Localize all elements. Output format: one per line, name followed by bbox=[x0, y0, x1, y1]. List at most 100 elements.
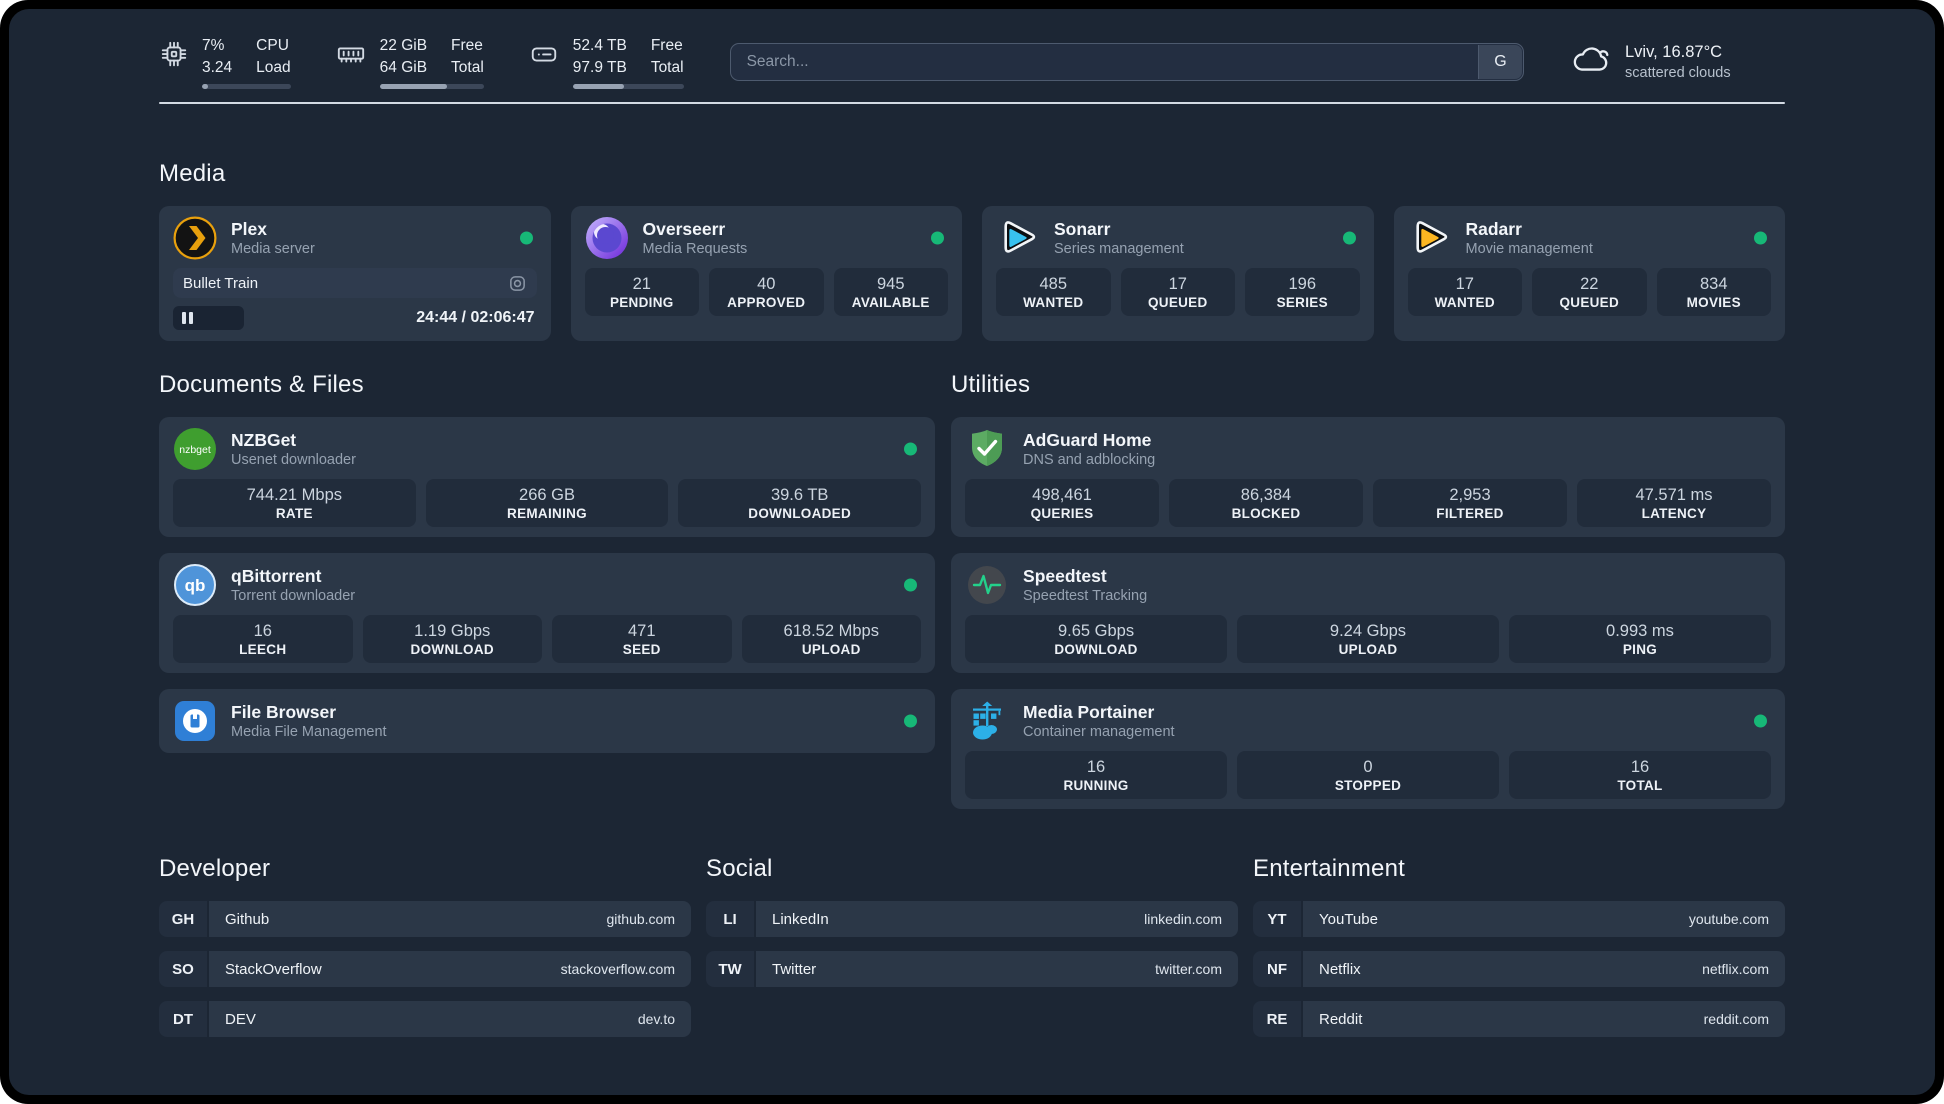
stat-tile: 618.52 Mbps UPLOAD bbox=[741, 615, 922, 664]
bookmark-youtube[interactable]: YT YouTube youtube.com bbox=[1253, 901, 1785, 938]
service-description: Usenet downloader bbox=[231, 452, 356, 469]
stat-tile: 485 WANTED bbox=[996, 268, 1111, 317]
stat-tile: 266 GB REMAINING bbox=[425, 479, 669, 528]
service-name: Plex bbox=[231, 218, 267, 239]
storage-total-value: 97.9 TB bbox=[572, 58, 627, 76]
card-sonarr[interactable]: Sonarr Series management 485 WANTED 17 QUE… bbox=[982, 206, 1374, 342]
bookmark-abbr: TW bbox=[706, 951, 754, 988]
stat-tile: 9.24 Gbps UPLOAD bbox=[1237, 615, 1499, 664]
service-description: Media Requests bbox=[642, 241, 748, 258]
storage-total-label: Total bbox=[650, 58, 684, 76]
bookmark-github[interactable]: GH Github github.com bbox=[159, 901, 691, 938]
stat-tile: 40 APPROVED bbox=[709, 268, 824, 317]
overseerr-icon bbox=[585, 216, 629, 260]
cpu-stat: 7% 3.24 CPU Load bbox=[159, 35, 291, 90]
card-portainer[interactable]: Media Portainer Container management 16 R… bbox=[951, 689, 1785, 810]
stat-tile: 86,384 BLOCKED bbox=[1169, 479, 1363, 528]
memory-free-value: 22 GiB bbox=[379, 37, 428, 54]
card-overseerr[interactable]: Overseerr Media Requests 21 PENDING 40 APP… bbox=[570, 206, 962, 342]
card-qbittorrent[interactable]: qb qBittorrent Torrent downloader 16 LEEC… bbox=[159, 553, 936, 674]
stat-tile: 21 PENDING bbox=[584, 268, 699, 317]
bookmark-domain: youtube.com bbox=[1688, 911, 1769, 928]
bookmark-domain: dev.to bbox=[637, 1011, 675, 1028]
stat-tile: 471 SEED bbox=[552, 615, 732, 664]
status-dot bbox=[904, 442, 918, 456]
status-dot bbox=[931, 231, 944, 245]
stat-tile: 39.6 TB DOWNLOADED bbox=[678, 479, 922, 528]
service-name: Overseerr bbox=[642, 218, 726, 239]
stat-tile: 0 STOPPED bbox=[1237, 751, 1499, 800]
dashboard: 7% 3.24 CPU Load 22 GiB 64 GiB Free Tota… bbox=[9, 9, 1935, 1095]
search-engine-button[interactable]: G bbox=[1478, 45, 1522, 80]
topbar-divider bbox=[159, 102, 1785, 105]
svg-text:qb: qb bbox=[185, 576, 206, 595]
cpu-value: 7% bbox=[202, 37, 225, 54]
card-filebrowser[interactable]: File Browser Media File Management bbox=[159, 689, 936, 754]
memory-stat: 22 GiB 64 GiB Free Total bbox=[335, 35, 484, 90]
memory-icon bbox=[335, 39, 367, 69]
stat-tile: 196 SERIES bbox=[1245, 268, 1360, 317]
bookmark-abbr: DT bbox=[159, 1001, 207, 1038]
service-description: Container management bbox=[1023, 724, 1175, 741]
bookmark-reddit[interactable]: RE Reddit reddit.com bbox=[1253, 1001, 1785, 1038]
filebrowser-icon bbox=[173, 699, 217, 743]
now-playing-title: Bullet Train bbox=[183, 274, 259, 292]
sonarr-icon bbox=[996, 216, 1040, 260]
stat-tile: 17 QUEUED bbox=[1120, 268, 1235, 317]
speedtest-icon bbox=[965, 563, 1009, 607]
stat-tile: 744.21 Mbps RATE bbox=[173, 479, 416, 528]
bookmark-group-social: Social LI LinkedIn linkedin.com TW Twitte… bbox=[706, 855, 1238, 988]
stat-tile: 16 LEECH bbox=[173, 615, 353, 664]
bookmark-name: Reddit bbox=[1319, 1010, 1363, 1028]
bookmark-stackoverflow[interactable]: SO StackOverflow stackoverflow.com bbox=[159, 951, 691, 988]
player-progress-bar[interactable]: 24:44 / 02:06:47 bbox=[173, 305, 537, 331]
section-heading-documents: Documents & Files bbox=[159, 371, 364, 399]
storage-stat: 52.4 TB 97.9 TB Free Total bbox=[528, 35, 684, 90]
card-plex[interactable]: Plex Media server Bullet Train 24:44 / 0… bbox=[159, 206, 551, 342]
bookmark-domain: reddit.com bbox=[1703, 1011, 1769, 1028]
card-radarr[interactable]: Radarr Movie management 17 WANTED 22 QUEUE… bbox=[1393, 206, 1785, 342]
bookmark-name: DEV bbox=[225, 1010, 256, 1028]
bookmark-name: YouTube bbox=[1319, 910, 1378, 928]
bookmark-linkedin[interactable]: LI LinkedIn linkedin.com bbox=[706, 901, 1238, 938]
cpu-load-label: Load bbox=[256, 58, 291, 76]
bookmark-twitter[interactable]: TW Twitter twitter.com bbox=[706, 951, 1238, 988]
bookmark-name: Twitter bbox=[772, 960, 817, 978]
svg-text:nzbget: nzbget bbox=[179, 444, 211, 456]
service-description: Torrent downloader bbox=[231, 588, 356, 605]
storage-free-value: 52.4 TB bbox=[572, 37, 627, 54]
section-heading-entertainment: Entertainment bbox=[1253, 855, 1406, 883]
service-name: Media Portainer bbox=[1023, 701, 1155, 722]
portainer-icon bbox=[965, 699, 1009, 743]
cloud-icon bbox=[1570, 43, 1612, 82]
search-input[interactable] bbox=[729, 43, 1524, 82]
section-heading-social: Social bbox=[706, 855, 773, 883]
memory-total-value: 64 GiB bbox=[379, 58, 428, 76]
bookmark-netflix[interactable]: NF Netflix netflix.com bbox=[1253, 951, 1785, 988]
bookmark-dev[interactable]: DT DEV dev.to bbox=[159, 1001, 691, 1038]
card-speedtest[interactable]: Speedtest Speedtest Tracking 9.65 Gbps DO… bbox=[951, 553, 1785, 674]
weather-widget: Lviv, 16.87°C scattered clouds bbox=[1570, 41, 1785, 83]
stat-tile: 47.571 ms LATENCY bbox=[1577, 479, 1771, 528]
service-description: DNS and adblocking bbox=[1023, 452, 1156, 469]
bookmark-group-developer: Developer GH Github github.com SO StackOv… bbox=[159, 855, 691, 1038]
weather-condition: scattered clouds bbox=[1625, 64, 1731, 81]
stat-tile: 16 RUNNING bbox=[965, 751, 1227, 800]
cpu-label: CPU bbox=[256, 37, 289, 54]
bookmark-domain: linkedin.com bbox=[1144, 911, 1222, 928]
card-nzbget[interactable]: nzbget NZBGet Usenet downloader 744.21 M… bbox=[159, 417, 936, 538]
stat-tile: 834 MOVIES bbox=[1656, 268, 1771, 317]
system-stats: 7% 3.24 CPU Load 22 GiB 64 GiB Free Tota… bbox=[159, 35, 684, 90]
pause-icon bbox=[182, 312, 186, 325]
service-description: Media File Management bbox=[231, 724, 387, 741]
section-heading-media: Media bbox=[159, 160, 226, 188]
service-description: Movie management bbox=[1465, 241, 1593, 258]
weather-location-temp: Lviv, 16.87°C bbox=[1625, 43, 1723, 62]
bookmark-group-entertainment: Entertainment YT YouTube youtube.com NF N… bbox=[1253, 855, 1785, 1038]
status-dot bbox=[1754, 714, 1767, 728]
bookmark-name: Github bbox=[225, 910, 270, 928]
storage-progress-track bbox=[572, 84, 684, 90]
card-adguard[interactable]: AdGuard Home DNS and adblocking 498,461 Q… bbox=[951, 417, 1785, 538]
player-info-icon[interactable] bbox=[508, 274, 527, 293]
service-name: Speedtest bbox=[1023, 565, 1107, 586]
